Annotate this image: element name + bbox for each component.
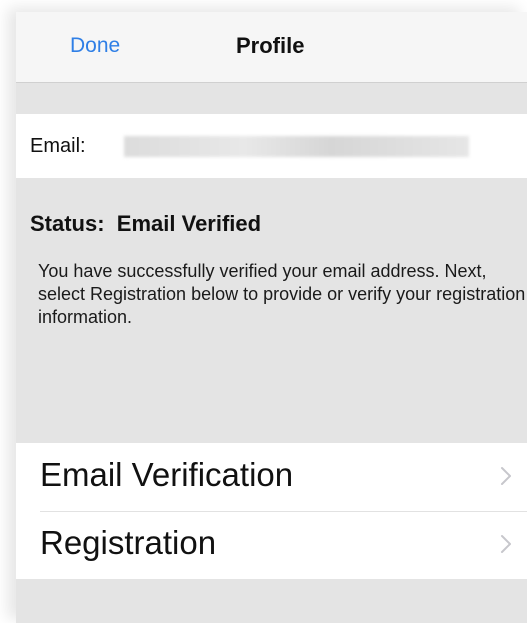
- email-row: Email:: [16, 114, 527, 178]
- email-label: Email:: [30, 135, 86, 157]
- list-item-email-verification[interactable]: Email Verification: [16, 443, 527, 511]
- page-title: Profile: [236, 33, 305, 58]
- navigation-bar: Done Profile: [16, 12, 527, 83]
- profile-screen: Done Profile Email: Status: Email Verifi…: [16, 12, 527, 623]
- done-button[interactable]: Done: [70, 34, 120, 58]
- status-label: Status:: [30, 211, 105, 236]
- list-item-label: Registration: [40, 524, 217, 561]
- list-item-registration[interactable]: Registration: [16, 511, 527, 579]
- status-description: You have successfully verified your emai…: [38, 261, 526, 327]
- status-line: Status: Email Verified: [30, 211, 261, 237]
- profile-options-list: Email Verification Registration: [16, 443, 527, 579]
- chevron-right-icon: [501, 535, 511, 553]
- chevron-right-icon: [501, 467, 511, 485]
- status-value: Email Verified: [116, 211, 262, 236]
- email-value-redacted: [124, 136, 469, 157]
- list-item-label: Email Verification: [40, 456, 294, 493]
